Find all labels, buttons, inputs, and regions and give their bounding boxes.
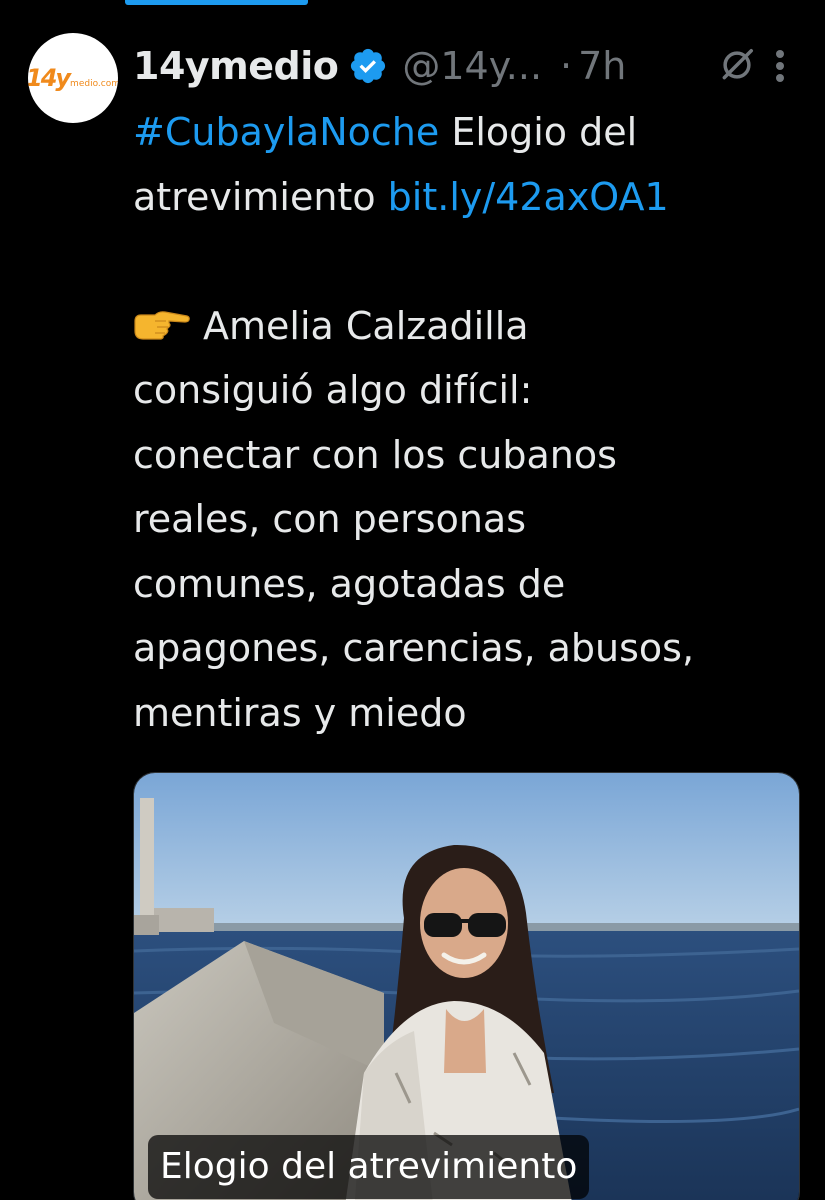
- author-handle[interactable]: @14y...: [402, 44, 542, 88]
- tweet-text-line: comunes, agotadas de: [133, 561, 566, 606]
- active-tab-indicator: [125, 0, 308, 5]
- tweet-text-line: conectar con los cubanos: [133, 432, 617, 477]
- tweet-text-line: consiguió algo difícil:: [133, 368, 533, 412]
- avatar-logo-number: 14y: [28, 64, 71, 92]
- pointing-right-icon: [134, 310, 190, 340]
- separator-dot: ·: [560, 44, 573, 88]
- media-caption: Elogio del atrevimiento: [148, 1135, 590, 1199]
- author-display-name[interactable]: 14ymedio: [133, 44, 339, 88]
- tweet-media-card[interactable]: Elogio del atrevimiento: [133, 772, 800, 1200]
- grok-icon[interactable]: [718, 46, 756, 84]
- tweet-text-fragment: Amelia Calzadilla: [203, 303, 529, 348]
- tweet-header: 14ymedio @14y... · 7h: [133, 38, 626, 94]
- tweet-text: #CubaylaNoche Elogio del atrevimiento bi…: [133, 100, 813, 745]
- hashtag-link[interactable]: #CubaylaNoche: [133, 110, 439, 154]
- avatar[interactable]: 14y medio.com: [28, 33, 118, 123]
- tweet-text-line: reales, con personas: [133, 497, 526, 541]
- tweet-text-line: Amelia Calzadilla: [133, 294, 813, 359]
- tweet-text-line: atrevimiento bit.ly/42axOA1: [133, 165, 813, 230]
- tweet-text-line: apagones, carencias, abusos,: [133, 626, 695, 670]
- article-link[interactable]: bit.ly/42axOA1: [388, 175, 669, 219]
- tweet-text-fragment: atrevimiento: [133, 174, 388, 219]
- tweet-text-fragment: Elogio del: [439, 110, 638, 154]
- avatar-logo: 14y medio.com: [28, 64, 118, 92]
- tweet-text-line: mentiras y miedo: [133, 690, 467, 735]
- tweet-timestamp[interactable]: 7h: [578, 44, 626, 88]
- more-vertical-icon[interactable]: [770, 46, 790, 86]
- avatar-logo-text: medio.com: [70, 79, 118, 89]
- tweet-text-line: #CubaylaNoche Elogio del: [133, 100, 813, 165]
- verified-badge-icon[interactable]: [348, 46, 388, 86]
